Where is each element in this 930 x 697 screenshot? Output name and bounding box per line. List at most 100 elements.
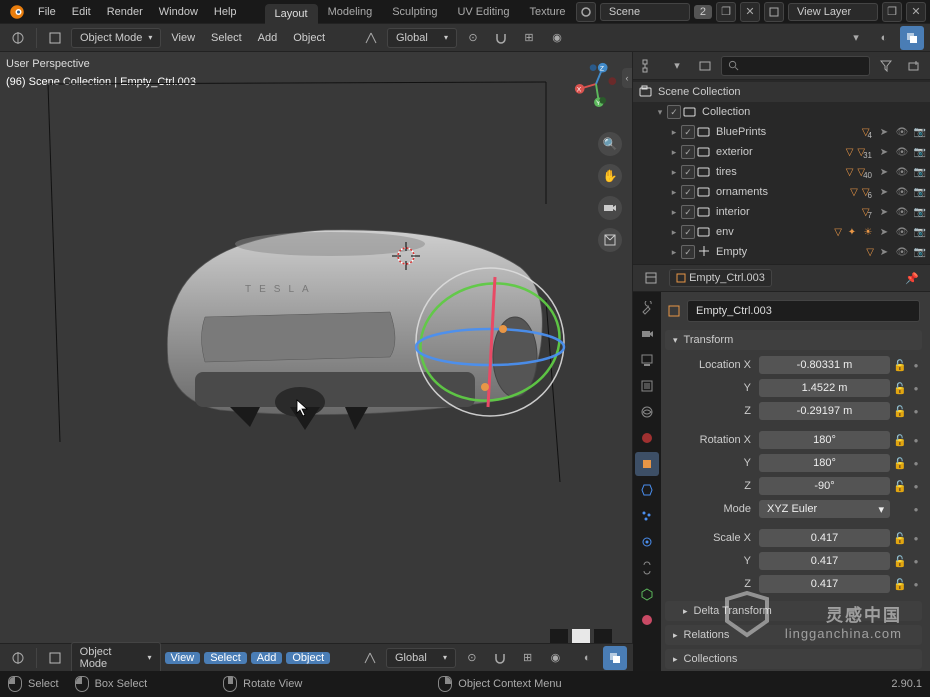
tab-data[interactable] (635, 582, 659, 606)
snap-icon[interactable] (489, 26, 513, 50)
zoom-icon[interactable]: 🔍 (598, 132, 622, 156)
cursor-icon[interactable]: ➤ (876, 244, 892, 260)
tree-row[interactable]: ▸ ✓ Empty ▽ ➤ 👁 📷 (633, 242, 930, 262)
prop-value-input[interactable]: 180° (759, 431, 890, 449)
eye-icon[interactable]: 👁 (894, 244, 910, 260)
disclosure-icon[interactable]: ▸ (667, 167, 681, 178)
mode-icon[interactable] (43, 646, 67, 670)
render-icon[interactable]: 📷 (912, 184, 928, 200)
menu-file[interactable]: File (30, 0, 64, 24)
prop-value-input[interactable]: 180° (759, 454, 890, 472)
eye-icon[interactable]: 👁 (894, 224, 910, 240)
disclosure-icon[interactable]: ▸ (667, 207, 681, 218)
menu-object[interactable]: Object (287, 32, 331, 44)
filter-icon[interactable] (874, 54, 898, 78)
mode-icon[interactable] (43, 26, 67, 50)
tree-row[interactable]: ▸ ✓ BluePrints ▽4 ➤ 👁 📷 (633, 122, 930, 142)
render-icon[interactable]: 📷 (912, 204, 928, 220)
proportional-icon[interactable]: ◉ (545, 26, 569, 50)
tree-row[interactable]: ▸ ✓ ornaments ▽ ▽6 ➤ 👁 📷 (633, 182, 930, 202)
prop-value-input[interactable]: 0.417 (759, 552, 890, 570)
keyframe-dot[interactable]: ● (910, 407, 922, 416)
lock-icon[interactable]: 🔓 (892, 555, 908, 568)
camera-view-icon[interactable] (598, 196, 622, 220)
lock-icon[interactable]: 🔓 (892, 359, 908, 372)
scene-copy-icon[interactable]: ❐ (716, 2, 736, 22)
render-icon[interactable]: 📷 (912, 124, 928, 140)
orientation-icon[interactable] (359, 26, 383, 50)
xray-icon[interactable] (603, 646, 627, 670)
lock-icon[interactable]: 🔓 (892, 434, 908, 447)
disclosure-icon[interactable]: ▸ (667, 147, 681, 158)
tab-output[interactable] (635, 348, 659, 372)
panel-collections-header[interactable]: ▸ Collections (665, 649, 922, 669)
tab-object[interactable] (635, 452, 659, 476)
outliner-tree[interactable]: Scene Collection ▾ ✓ Collection ▸ ✓ Blue… (633, 80, 930, 264)
perspective-toggle-icon[interactable] (598, 228, 622, 252)
n-panel-toggle[interactable]: ‹ (622, 68, 632, 88)
tab-particles[interactable] (635, 504, 659, 528)
pivot-icon[interactable]: ⊙ (460, 646, 484, 670)
tree-row[interactable]: ▸ ✓ interior ▽7 ➤ 👁 📷 (633, 202, 930, 222)
menu-select[interactable]: Select (205, 32, 248, 44)
scene-delete-icon[interactable]: ✕ (740, 2, 760, 22)
checkbox[interactable]: ✓ (681, 225, 695, 239)
cursor-icon[interactable]: ➤ (876, 124, 892, 140)
pin-icon[interactable]: 📌 (900, 266, 924, 290)
rotation-mode-dropdown[interactable]: XYZ Euler ▾ (759, 500, 890, 518)
editor-type-icon[interactable] (6, 646, 30, 670)
menu-window[interactable]: Window (151, 0, 206, 24)
panel-relations-header[interactable]: ▸ Relations (665, 625, 922, 645)
menu-add[interactable]: Add (251, 652, 283, 664)
eye-icon[interactable]: 👁 (894, 204, 910, 220)
cursor-icon[interactable]: ➤ (876, 164, 892, 180)
lock-icon[interactable]: 🔓 (892, 480, 908, 493)
display-mode-icon[interactable]: ▾ (665, 54, 689, 78)
tab-tool[interactable] (635, 296, 659, 320)
render-icon[interactable]: 📷 (912, 144, 928, 160)
checkbox[interactable]: ✓ (681, 165, 695, 179)
keyframe-dot[interactable]: ● (910, 557, 922, 566)
editor-type-icon[interactable] (6, 26, 30, 50)
eye-icon[interactable]: 👁 (894, 184, 910, 200)
menu-help[interactable]: Help (206, 0, 245, 24)
eye-icon[interactable]: 👁 (894, 144, 910, 160)
mode-dropdown[interactable]: Object Mode ▾ (71, 28, 161, 48)
lock-icon[interactable]: 🔓 (892, 457, 908, 470)
render-icon[interactable]: 📷 (912, 164, 928, 180)
keyframe-dot[interactable]: ● (910, 534, 922, 543)
tree-row[interactable]: ▸ ✓ env ▽ ✦ ☀ ➤ 👁 📷 (633, 222, 930, 242)
tree-row[interactable]: ▾ ✓ Collection (633, 102, 930, 122)
orientation-dropdown[interactable]: Global ▾ (386, 648, 456, 668)
overlay-icon[interactable]: ◐ (575, 646, 599, 670)
panel-delta-header[interactable]: ▸ Delta Transform (665, 601, 922, 621)
menu-view[interactable]: View (165, 652, 201, 664)
viewlayer-delete-icon[interactable]: ✕ (906, 2, 926, 22)
checkbox[interactable]: ✓ (681, 205, 695, 219)
prop-value-input[interactable]: 0.417 (759, 529, 890, 547)
snap-target-icon[interactable]: ⊞ (516, 646, 540, 670)
disclosure-icon[interactable]: ▾ (653, 107, 667, 118)
tab-constraints[interactable] (635, 556, 659, 580)
axis-nav-gizmo[interactable]: X Y Z (572, 60, 620, 108)
proportional-icon[interactable]: ◉ (543, 646, 567, 670)
menu-add[interactable]: Add (252, 32, 284, 44)
tree-row-scene[interactable]: Scene Collection (633, 82, 930, 102)
scene-users-count[interactable]: 2 (694, 5, 712, 19)
prop-value-input[interactable]: -0.80331 m (759, 356, 890, 374)
viewlayer-browse-icon[interactable] (764, 2, 784, 22)
prop-value-input[interactable]: 0.417 (759, 575, 890, 593)
lock-icon[interactable]: 🔓 (892, 532, 908, 545)
keyframe-dot[interactable]: ● (910, 361, 922, 370)
outliner-search-input[interactable] (721, 56, 870, 76)
scene-browse-icon[interactable] (576, 2, 596, 22)
menu-select[interactable]: Select (204, 652, 247, 664)
snap-target-icon[interactable]: ⊞ (517, 26, 541, 50)
orientation-dropdown[interactable]: Global ▾ (387, 28, 457, 48)
object-name-input[interactable]: Empty_Ctrl.003 (687, 300, 920, 322)
keyframe-dot[interactable]: ● (910, 505, 922, 514)
menu-edit[interactable]: Edit (64, 0, 99, 24)
tab-modeling[interactable]: Modeling (318, 0, 383, 24)
breadcrumb-item[interactable]: Empty_Ctrl.003 (669, 269, 772, 287)
cursor-icon[interactable]: ➤ (876, 204, 892, 220)
